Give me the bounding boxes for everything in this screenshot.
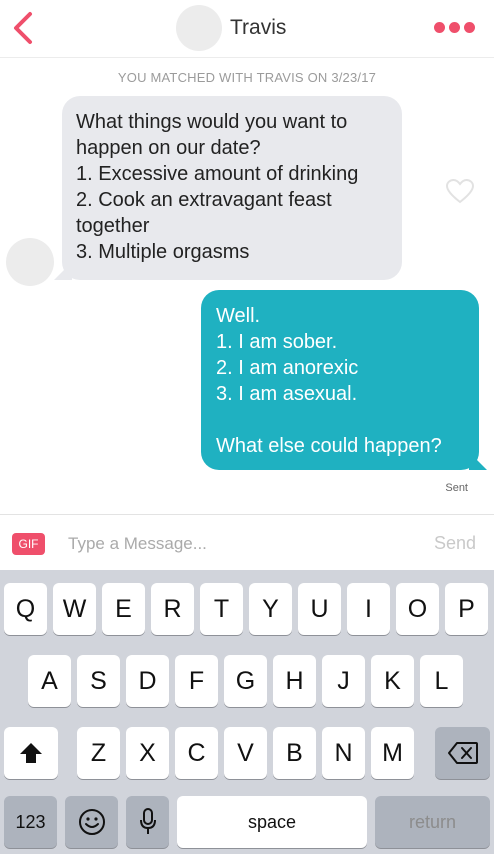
key-s[interactable]: S bbox=[77, 655, 120, 707]
chat-header: Travis bbox=[0, 0, 494, 58]
dictation-key[interactable] bbox=[126, 796, 169, 848]
heart-icon bbox=[445, 178, 475, 204]
emoji-key[interactable] bbox=[65, 796, 118, 848]
microphone-icon bbox=[139, 808, 156, 834]
message-input[interactable] bbox=[60, 529, 410, 559]
incoming-message-bubble[interactable]: What things would you want to happen on … bbox=[54, 96, 402, 280]
key-n[interactable]: N bbox=[322, 727, 365, 779]
key-c[interactable]: C bbox=[175, 727, 218, 779]
send-button[interactable]: Send bbox=[434, 533, 476, 554]
key-f[interactable]: F bbox=[175, 655, 218, 707]
key-y[interactable]: Y bbox=[249, 583, 292, 635]
key-g[interactable]: G bbox=[224, 655, 267, 707]
chevron-left-icon bbox=[14, 12, 32, 44]
key-k[interactable]: K bbox=[371, 655, 414, 707]
key-u[interactable]: U bbox=[298, 583, 341, 635]
key-o[interactable]: O bbox=[396, 583, 439, 635]
key-i[interactable]: I bbox=[347, 583, 390, 635]
return-key[interactable]: return bbox=[375, 796, 490, 848]
sender-avatar[interactable] bbox=[6, 238, 54, 286]
key-v[interactable]: V bbox=[224, 727, 267, 779]
key-d[interactable]: D bbox=[126, 655, 169, 707]
contact-avatar[interactable] bbox=[176, 5, 222, 51]
outgoing-message-bubble[interactable]: Well. 1. I am sober. 2. I am anorexic 3.… bbox=[201, 290, 487, 470]
shift-key[interactable] bbox=[4, 727, 58, 779]
like-message-button[interactable] bbox=[445, 178, 475, 204]
key-j[interactable]: J bbox=[322, 655, 365, 707]
match-notice: YOU MATCHED WITH TRAVIS ON 3/23/17 bbox=[117, 70, 377, 85]
emoji-icon bbox=[78, 809, 105, 835]
backspace-key[interactable] bbox=[435, 727, 490, 779]
incoming-message-text: What things would you want to happen on … bbox=[76, 111, 359, 263]
space-key[interactable]: space bbox=[177, 796, 367, 848]
key-l[interactable]: L bbox=[420, 655, 463, 707]
gif-button[interactable]: GIF bbox=[12, 533, 45, 555]
key-t[interactable]: T bbox=[200, 583, 243, 635]
key-a[interactable]: A bbox=[28, 655, 71, 707]
key-m[interactable]: M bbox=[371, 727, 414, 779]
shift-arrow-icon bbox=[20, 743, 42, 763]
message-composer: GIF Send bbox=[0, 514, 494, 570]
key-w[interactable]: W bbox=[53, 583, 96, 635]
key-r[interactable]: R bbox=[151, 583, 194, 635]
keyboard: Q W E R T Y U I O P A S D F G H J K L Z … bbox=[0, 570, 494, 854]
key-x[interactable]: X bbox=[126, 727, 169, 779]
numbers-key[interactable]: 123 bbox=[4, 796, 57, 848]
key-e[interactable]: E bbox=[102, 583, 145, 635]
key-z[interactable]: Z bbox=[77, 727, 120, 779]
key-h[interactable]: H bbox=[273, 655, 316, 707]
more-options-button[interactable] bbox=[432, 16, 476, 40]
contact-name[interactable]: Travis bbox=[230, 16, 286, 40]
key-b[interactable]: B bbox=[273, 727, 316, 779]
outgoing-message-text: Well. 1. I am sober. 2. I am anorexic 3.… bbox=[216, 305, 442, 457]
key-q[interactable]: Q bbox=[4, 583, 47, 635]
key-p[interactable]: P bbox=[445, 583, 488, 635]
backspace-icon bbox=[447, 742, 478, 764]
back-button[interactable] bbox=[8, 8, 44, 48]
message-status: Sent bbox=[445, 482, 468, 494]
